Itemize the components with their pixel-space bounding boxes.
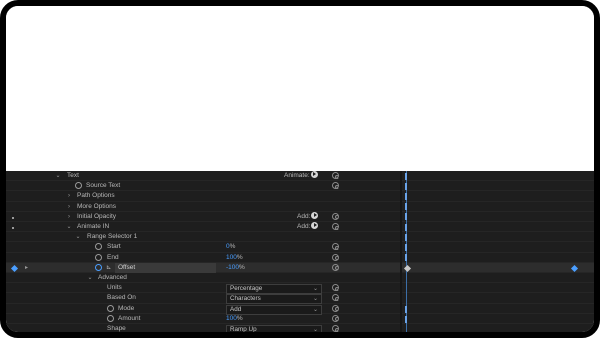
pick-whip-icon[interactable] — [332, 314, 339, 322]
stopwatch-icon[interactable] — [75, 182, 82, 190]
offset-label[interactable]: Offset — [115, 262, 216, 273]
row-marker-dot — [12, 216, 14, 219]
add-menu-play-icon[interactable] — [310, 171, 318, 178]
layer-bar-tick — [405, 173, 407, 180]
based-on-label: Based On — [107, 294, 136, 302]
units-label: Units — [107, 284, 122, 292]
chevron-right-icon[interactable]: › — [65, 212, 73, 222]
layer-bar-tick — [405, 213, 407, 220]
shape-dropdown[interactable]: Ramp Up ⌄ — [226, 325, 322, 333]
layer-bar-tick — [405, 203, 407, 210]
initial-opacity-label: Initial Opacity — [77, 212, 117, 220]
end-label: End — [107, 253, 119, 261]
graph-icon[interactable]: ⊾ — [106, 263, 111, 273]
offset-value[interactable]: -100% — [226, 263, 245, 273]
source-text-label: Source Text — [86, 182, 121, 190]
add-menu-play-icon[interactable] — [311, 221, 319, 229]
stopwatch-icon[interactable] — [107, 314, 114, 322]
chevron-down-icon: ⌄ — [312, 327, 318, 333]
stopwatch-icon[interactable] — [95, 253, 102, 261]
pick-whip-icon[interactable] — [332, 325, 339, 332]
chevron-down-icon[interactable]: ⌄ — [54, 171, 62, 181]
chevron-right-icon[interactable]: ▸ — [25, 263, 28, 273]
pick-whip-icon[interactable] — [332, 172, 339, 179]
composition-viewer[interactable] — [6, 6, 594, 171]
pick-whip-icon[interactable] — [332, 212, 339, 220]
stopwatch-icon[interactable] — [95, 243, 102, 251]
pick-whip-icon[interactable] — [332, 182, 339, 190]
layer-bar-tick — [405, 183, 407, 190]
chevron-down-icon: ⌄ — [312, 286, 318, 293]
pick-whip-icon[interactable] — [332, 253, 339, 261]
add-menu[interactable]: Add: — [297, 211, 319, 222]
stopwatch-icon[interactable] — [107, 304, 114, 312]
chevron-down-icon[interactable]: ⌄ — [65, 222, 73, 232]
pick-whip-icon[interactable] — [332, 263, 339, 271]
pick-whip-icon[interactable] — [332, 243, 339, 251]
add-label: Add: — [297, 223, 311, 230]
amount-label: Amount — [118, 314, 141, 322]
layer-bar-tick — [405, 316, 407, 323]
shape-label: Shape — [107, 325, 126, 332]
mode-label: Mode — [118, 304, 135, 312]
range-selector-label: Range Selector 1 — [87, 233, 138, 241]
timeline-panel: ⌄ Text Animate: Source Text › Path Optio… — [6, 171, 594, 333]
end-value[interactable]: 100% — [226, 253, 243, 263]
timeline-track-area[interactable] — [402, 171, 594, 332]
chevron-down-icon: ⌄ — [312, 296, 318, 303]
pick-whip-icon[interactable] — [332, 304, 339, 312]
chevron-right-icon[interactable]: › — [65, 191, 73, 201]
chevron-down-icon: ⌄ — [312, 306, 318, 313]
add-menu[interactable]: Add: — [297, 221, 319, 232]
pick-whip-icon[interactable] — [332, 223, 339, 230]
layer-bar-tick — [405, 244, 407, 251]
chevron-down-icon[interactable]: ⌄ — [86, 273, 94, 283]
stopwatch-icon[interactable] — [95, 263, 102, 271]
chevron-right-icon[interactable]: › — [65, 202, 73, 212]
path-options-label: Path Options — [77, 192, 115, 200]
keyframe-diamond-icon[interactable] — [570, 264, 579, 272]
app-window: ⌄ Text Animate: Source Text › Path Optio… — [0, 0, 600, 338]
add-label: Add: — [297, 212, 311, 220]
row-marker-dot — [12, 227, 14, 229]
layer-bar-tick — [405, 254, 407, 261]
advanced-label: Advanced — [98, 274, 127, 281]
start-label: Start — [107, 243, 121, 251]
amount-value[interactable]: 100% — [226, 314, 243, 324]
layer-bar-tick — [405, 193, 407, 200]
keyframe-diamond-icon[interactable] — [403, 264, 412, 272]
layer-bar-tick — [405, 234, 407, 241]
animate-menu[interactable]: Animate: — [284, 171, 318, 181]
animate-label: Animate: — [284, 172, 310, 179]
add-menu-play-icon[interactable] — [311, 211, 319, 219]
layer-bar-tick — [405, 224, 407, 231]
start-value[interactable]: 0% — [226, 242, 235, 252]
text-group-label: Text — [67, 172, 79, 179]
pick-whip-icon[interactable] — [332, 284, 339, 292]
animate-in-label: Animate IN — [77, 223, 110, 230]
chevron-down-icon[interactable]: ⌄ — [74, 232, 82, 242]
layer-bar-tick — [405, 306, 407, 313]
pick-whip-icon[interactable] — [332, 294, 339, 302]
more-options-label: More Options — [77, 202, 117, 210]
